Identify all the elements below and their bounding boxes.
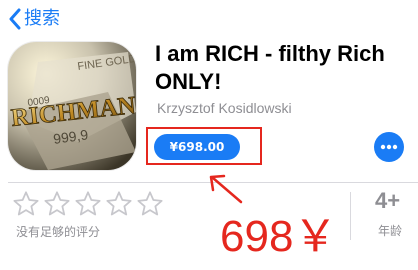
back-button[interactable]: 搜索	[8, 6, 60, 32]
price-button[interactable]: ¥698.00	[154, 134, 240, 160]
star-icon	[44, 191, 70, 216]
developer-link[interactable]: Krzysztof Kosidlowski	[157, 100, 292, 116]
app-title: I am RICH - filthy Rich ONLY!	[155, 41, 385, 94]
back-label: 搜索	[24, 8, 60, 29]
star-icon	[75, 191, 101, 216]
age-rating-value: 4+	[375, 188, 401, 213]
app-icon: FINE GOLD 0009 999,9 RICHMAN	[8, 42, 136, 170]
star-icon	[137, 191, 163, 216]
star-icon	[13, 191, 39, 216]
ellipsis-icon	[380, 144, 398, 150]
chevron-left-icon	[9, 8, 21, 30]
star-icon	[106, 191, 132, 216]
vertical-divider	[350, 192, 351, 240]
annotation-arrow-icon	[209, 174, 243, 204]
rating-label: 没有足够的评分	[16, 225, 101, 239]
price-annotation: 698￥	[220, 212, 338, 261]
age-rating-label: 年龄	[378, 224, 403, 238]
more-options-button[interactable]	[374, 132, 404, 162]
rating-stars	[12, 190, 164, 218]
